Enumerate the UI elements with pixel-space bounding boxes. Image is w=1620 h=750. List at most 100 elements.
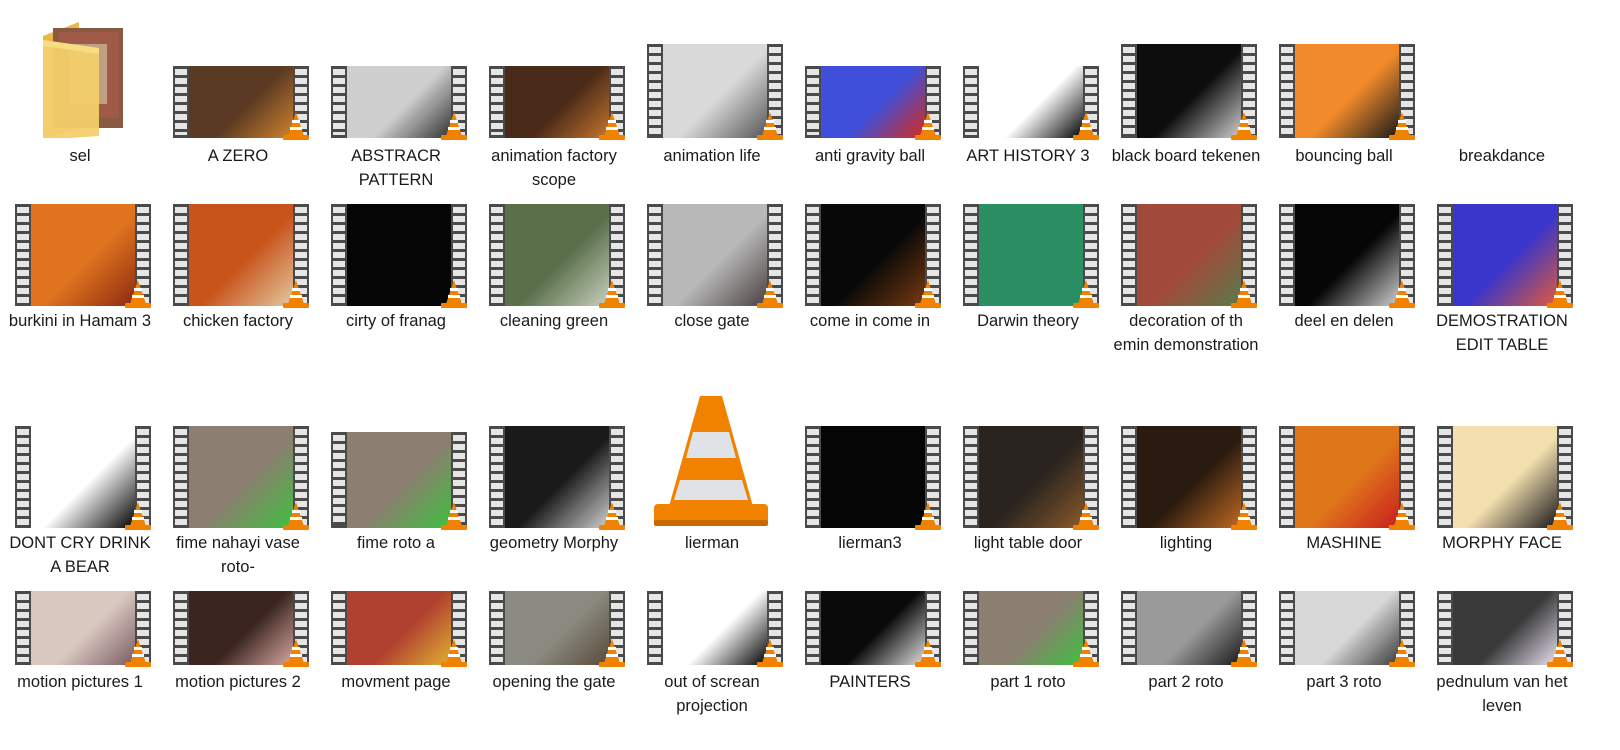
file-label: burkini in Hamam 3: [8, 312, 152, 330]
vlc-badge-icon: [1231, 502, 1257, 530]
file-label: opening the gate: [492, 673, 616, 691]
film-strip-left: [1439, 429, 1451, 525]
video-frame: [979, 66, 1083, 138]
file-label: lierman3: [838, 534, 902, 552]
vlc-badge-icon: [283, 280, 309, 308]
film-strip-left: [807, 207, 819, 303]
vlc-badge-icon: [125, 280, 151, 308]
file-label: MASHINE: [1306, 534, 1382, 552]
video-frame: [347, 432, 451, 528]
vlc-badge-icon: [915, 112, 941, 140]
film-strip-left: [333, 594, 345, 662]
video-frame: [189, 426, 293, 528]
vlc-badge-icon: [441, 112, 467, 140]
file-label: DONT CRY DRINK A BEAR: [9, 534, 151, 576]
vlc-badge-icon: [915, 639, 941, 667]
film-strip-left: [1281, 207, 1293, 303]
film-strip-left: [491, 594, 503, 662]
file-label: chicken factory: [182, 312, 294, 330]
vlc-badge-icon: [1389, 112, 1415, 140]
video-frame: [31, 591, 135, 665]
file-label: MORPHY FACE: [1442, 534, 1562, 552]
vlc-badge-icon: [125, 502, 151, 530]
vlc-badge-icon: [1073, 280, 1099, 308]
vlc-badge-icon: [125, 639, 151, 667]
video-frame: [663, 591, 767, 665]
vlc-badge-icon: [1073, 112, 1099, 140]
file-label: deel en delen: [1294, 312, 1394, 330]
file-label: animation life: [663, 147, 761, 165]
file-label: light table door: [973, 534, 1083, 552]
film-strip-left: [333, 435, 345, 525]
file-label: fime nahayi vase roto-: [176, 534, 300, 576]
vlc-badge-icon: [283, 502, 309, 530]
video-frame: [979, 204, 1083, 306]
file-label: close gate: [674, 312, 750, 330]
file-label: PAINTERS: [829, 673, 911, 691]
film-strip-left: [17, 207, 29, 303]
film-strip-left: [491, 429, 503, 525]
vlc-badge-icon: [1547, 502, 1573, 530]
film-strip-left: [1123, 429, 1135, 525]
video-frame: [1453, 204, 1557, 306]
file-label: out of screan projection: [664, 673, 760, 715]
video-frame: [347, 204, 451, 306]
video-frame: [1453, 591, 1557, 665]
file-label: pednulum van het leven: [1436, 673, 1568, 715]
vlc-badge-icon: [1547, 639, 1573, 667]
video-frame: [821, 591, 925, 665]
video-frame: [347, 591, 451, 665]
file-label: motion pictures 1: [17, 673, 143, 691]
file-label: bouncing ball: [1295, 147, 1393, 165]
file-label: movment page: [341, 673, 451, 691]
film-strip-left: [333, 69, 345, 135]
file-label: Darwin theory: [977, 312, 1079, 330]
film-strip-left: [1439, 594, 1451, 662]
vlc-badge-icon: [599, 280, 625, 308]
file-label: ART HISTORY 3: [966, 147, 1090, 165]
vlc-badge-icon: [599, 639, 625, 667]
vlc-badge-icon: [441, 280, 467, 308]
folder-item-sel[interactable]: sel: [5, 0, 155, 200]
vlc-badge-icon: [757, 280, 783, 308]
film-strip-left: [1281, 594, 1293, 662]
vlc-badge-icon: [441, 639, 467, 667]
video-frame: [31, 204, 135, 306]
film-strip-left: [807, 429, 819, 525]
file-label: anti gravity ball: [814, 147, 926, 165]
file-label: part 1 roto: [990, 673, 1066, 691]
film-strip-left: [965, 594, 977, 662]
folder-label: sel: [69, 147, 91, 165]
film-strip-left: [965, 429, 977, 525]
video-frame: [189, 66, 293, 138]
video-frame: [821, 426, 925, 528]
vlc-badge-icon: [1073, 502, 1099, 530]
vlc-badge-icon: [1231, 112, 1257, 140]
video-frame: [979, 426, 1083, 528]
file-label: fime roto a: [357, 534, 435, 552]
video-frame: [505, 426, 609, 528]
file-label: come in come in: [809, 312, 931, 330]
file-label: part 3 roto: [1306, 673, 1382, 691]
video-frame: [1295, 44, 1399, 138]
film-strip-left: [1281, 429, 1293, 525]
video-frame: [189, 591, 293, 665]
vlc-badge-icon: [599, 502, 625, 530]
video-frame: [1137, 591, 1241, 665]
vlc-badge-icon: [1389, 502, 1415, 530]
film-strip-left: [965, 69, 977, 135]
file-label: lierman: [684, 534, 740, 552]
video-frame: [663, 44, 767, 138]
file-label: A ZERO: [207, 147, 269, 165]
film-strip-left: [1439, 207, 1451, 303]
vlc-badge-icon: [1547, 280, 1573, 308]
video-frame: [1137, 204, 1241, 306]
vlc-badge-icon: [915, 502, 941, 530]
file-label: part 2 roto: [1148, 673, 1224, 691]
film-strip-left: [807, 69, 819, 135]
film-strip-left: [1123, 207, 1135, 303]
file-label: DEMOSTRATION EDIT TABLE: [1436, 312, 1568, 354]
film-strip-left: [649, 47, 661, 135]
film-strip-left: [1123, 594, 1135, 662]
vlc-badge-icon: [1389, 280, 1415, 308]
